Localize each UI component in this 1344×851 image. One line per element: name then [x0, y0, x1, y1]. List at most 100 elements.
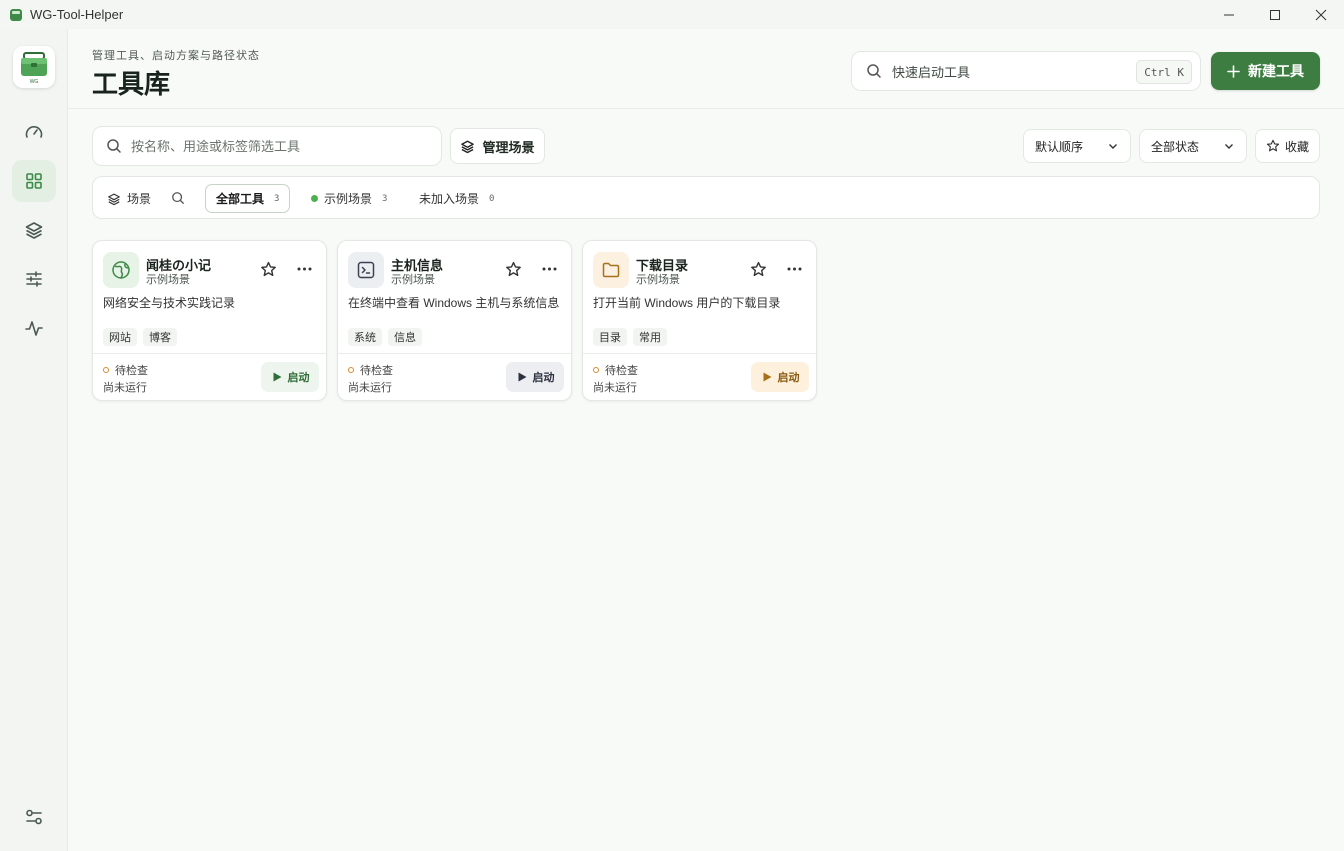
chip-label: 未加入场景 [419, 192, 480, 206]
shortcut-badge: Ctrl K [1136, 60, 1192, 84]
tag: 博客 [143, 328, 177, 346]
tag: 目录 [593, 328, 627, 346]
page-subtitle: 管理工具、启动方案与路径状态 [92, 50, 260, 62]
scene-color-dot [311, 195, 318, 202]
tool-icon-box [103, 252, 139, 288]
favorites-filter-button[interactable]: 收藏 [1255, 129, 1320, 163]
close-button[interactable] [1298, 0, 1344, 29]
nav-tool-library[interactable] [12, 160, 56, 202]
scene-filter-bar: 场景 全部工具 3 示例场景 3 未加入场景 0 [92, 176, 1320, 219]
close-icon [1315, 9, 1327, 20]
play-icon [518, 372, 526, 382]
sidebar: WG [0, 29, 68, 851]
status-filter-value: 全部状态 [1151, 139, 1200, 154]
search-icon [107, 139, 121, 153]
gauge-icon [25, 126, 43, 138]
nav-activity[interactable] [12, 307, 56, 349]
launch-button[interactable]: 启动 [506, 362, 564, 392]
chip-count: 0 [489, 193, 495, 204]
scene-search-icon[interactable] [171, 191, 185, 205]
favorite-star-icon[interactable] [505, 261, 522, 278]
manage-scenes-button[interactable]: 管理场景 [450, 128, 545, 164]
tag: 网站 [103, 328, 137, 346]
folder-icon [602, 262, 620, 278]
scene-chip-all-tools[interactable]: 全部工具 3 [205, 184, 291, 213]
launch-button[interactable]: 启动 [261, 362, 319, 392]
tool-card[interactable]: 主机信息 示例场景 在终端中查看 Windows 主机与系统信息 系统 信息 待… [337, 240, 572, 401]
nav-scenes[interactable] [12, 209, 56, 251]
app-logo[interactable]: WG [13, 46, 55, 88]
layers-icon [461, 140, 475, 153]
launch-label: 启动 [287, 372, 310, 384]
new-tool-button[interactable]: 新建工具 [1211, 52, 1320, 90]
quick-launch-search[interactable]: 快速启动工具 Ctrl K [851, 51, 1201, 91]
toolbox-logo-icon: WG [21, 52, 47, 84]
nav-settings[interactable] [12, 796, 56, 838]
tool-status: 待检查 [593, 362, 638, 378]
logo-text: WG [30, 79, 39, 84]
plus-icon [1227, 64, 1240, 78]
globe-icon [112, 261, 130, 279]
search-icon [867, 64, 881, 78]
sort-order-select[interactable]: 默认顺序 [1023, 129, 1131, 163]
tool-icon-box [348, 252, 384, 288]
pending-status-icon [593, 367, 599, 373]
header-divider [68, 108, 1344, 109]
pending-status-icon [103, 367, 109, 373]
more-options-icon[interactable] [786, 262, 803, 276]
nav-adjust[interactable] [12, 258, 56, 300]
tag: 常用 [633, 328, 667, 346]
tool-filter-input[interactable] [131, 138, 421, 154]
sort-order-value: 默认顺序 [1035, 139, 1084, 154]
tool-scene: 示例场景 [146, 274, 190, 286]
launch-button[interactable]: 启动 [751, 362, 809, 392]
nav-dashboard[interactable] [12, 112, 56, 154]
card-divider [338, 353, 571, 354]
tag: 系统 [348, 328, 382, 346]
tool-card[interactable]: 下载目录 示例场景 打开当前 Windows 用户的下载目录 目录 常用 待检查… [582, 240, 817, 401]
favorites-label: 收藏 [1284, 139, 1309, 154]
status-text: 待检查 [115, 365, 148, 377]
scene-chip-unassigned[interactable]: 未加入场景 0 [409, 184, 504, 213]
settings-toggles-icon [26, 809, 42, 825]
favorite-star-icon[interactable] [260, 261, 277, 278]
window-controls [1206, 0, 1344, 29]
maximize-button[interactable] [1252, 0, 1298, 29]
tool-card[interactable]: 闻桂の小记 示例场景 网络安全与技术实践记录 网站 博客 待检查 尚未运行 启动 [92, 240, 327, 401]
minimize-icon [1224, 14, 1234, 15]
tool-scene: 示例场景 [636, 274, 680, 286]
more-options-icon[interactable] [541, 262, 558, 276]
tool-tags: 系统 信息 [348, 328, 422, 346]
tool-scene: 示例场景 [391, 274, 435, 286]
layers-icon [108, 193, 120, 205]
sliders-icon [26, 271, 42, 287]
favorite-star-icon[interactable] [750, 261, 767, 278]
tool-tags: 网站 博客 [103, 328, 177, 346]
tool-description: 打开当前 Windows 用户的下载目录 [593, 296, 781, 310]
new-tool-label: 新建工具 [1248, 63, 1304, 79]
run-state: 尚未运行 [103, 382, 147, 394]
tag: 信息 [388, 328, 422, 346]
tool-filter-field[interactable] [92, 126, 442, 166]
tool-status: 待检查 [348, 362, 393, 378]
manage-scenes-label: 管理场景 [482, 139, 535, 155]
chip-label: 全部工具 [216, 192, 265, 206]
pending-status-icon [348, 367, 354, 373]
tool-icon-box [593, 252, 629, 288]
layers-icon [25, 222, 43, 239]
scene-chip-sample[interactable]: 示例场景 3 [301, 184, 397, 213]
play-icon [763, 372, 771, 382]
chip-count: 3 [274, 193, 280, 204]
more-options-icon[interactable] [296, 262, 313, 276]
terminal-icon [357, 261, 375, 279]
scene-label-text: 场景 [127, 192, 152, 206]
chevron-down-icon [1109, 144, 1117, 149]
app-icon [10, 8, 22, 21]
maximize-icon [1270, 9, 1280, 20]
activity-icon [25, 321, 43, 336]
card-divider [583, 353, 816, 354]
chevron-down-icon [1225, 144, 1233, 149]
minimize-button[interactable] [1206, 0, 1252, 29]
run-state: 尚未运行 [348, 382, 392, 394]
status-filter-select[interactable]: 全部状态 [1139, 129, 1247, 163]
